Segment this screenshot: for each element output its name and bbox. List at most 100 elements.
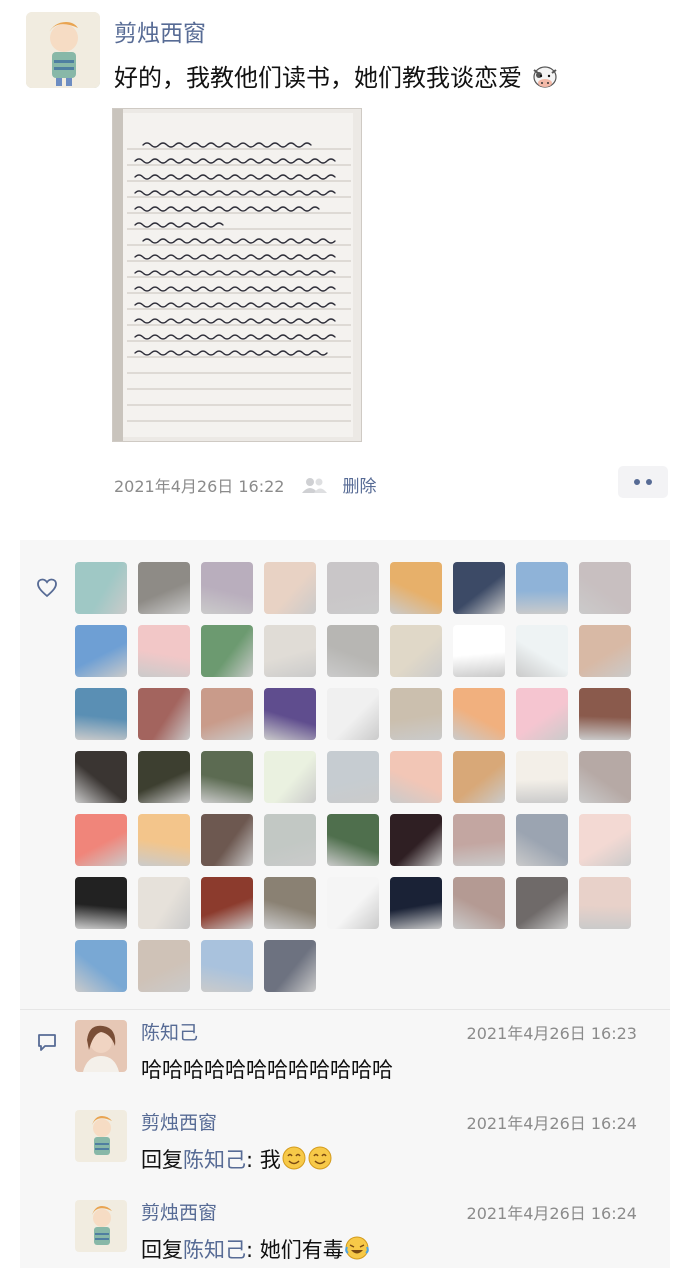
reply-prefix: 回复 [141, 1148, 183, 1172]
comment-time: 2021年4月26日 16:24 [466, 1114, 637, 1133]
like-avatar[interactable] [75, 940, 127, 992]
like-avatar[interactable] [75, 877, 127, 929]
likes-avatar-grid [75, 562, 637, 992]
cow-emoji-icon [533, 66, 557, 88]
like-avatar[interactable] [201, 877, 253, 929]
heart-icon [37, 578, 57, 598]
post-author-avatar[interactable] [26, 12, 100, 88]
like-avatar[interactable] [516, 751, 568, 803]
like-avatar[interactable] [75, 751, 127, 803]
like-avatar[interactable] [138, 814, 190, 866]
like-avatar[interactable] [390, 625, 442, 677]
comment-author[interactable]: 陈知己 [141, 1018, 198, 1045]
like-avatar[interactable] [138, 751, 190, 803]
post-timestamp: 2021年4月26日 16:22 [114, 476, 285, 496]
like-avatar[interactable] [390, 877, 442, 929]
like-avatar[interactable] [264, 940, 316, 992]
like-avatar[interactable] [138, 562, 190, 614]
like-avatar[interactable] [327, 562, 379, 614]
like-avatar[interactable] [390, 751, 442, 803]
like-avatar[interactable] [390, 814, 442, 866]
more-dots-icon [634, 479, 640, 485]
comment-time: 2021年4月26日 16:24 [466, 1204, 637, 1223]
laugh-cry-emoji-icon [344, 1236, 369, 1260]
cartoon-boy-avatar [75, 1200, 127, 1252]
like-avatar[interactable] [516, 625, 568, 677]
cartoon-boy-avatar [75, 1110, 127, 1162]
like-avatar[interactable] [201, 562, 253, 614]
post-photo[interactable] [112, 108, 362, 442]
like-avatar[interactable] [264, 814, 316, 866]
post-author-name[interactable]: 剪烛西窗 [114, 14, 206, 48]
like-avatar[interactable] [453, 814, 505, 866]
like-avatar[interactable] [264, 625, 316, 677]
reply-prefix: 回复 [141, 1238, 183, 1262]
comment-text: 回复陈知己: 我 [141, 1144, 333, 1174]
post-text-content: 好的，我教他们读书，她们教我谈恋爱 [114, 64, 522, 92]
like-avatar[interactable] [75, 562, 127, 614]
like-avatar[interactable] [327, 751, 379, 803]
cartoon-boy-avatar [26, 12, 100, 88]
like-avatar[interactable] [516, 562, 568, 614]
delete-link[interactable]: 删除 [342, 472, 376, 497]
like-avatar[interactable] [453, 562, 505, 614]
like-avatar[interactable] [264, 751, 316, 803]
like-avatar[interactable] [516, 877, 568, 929]
like-avatar[interactable] [75, 625, 127, 677]
like-avatar[interactable] [264, 562, 316, 614]
handwritten-letter-image [113, 109, 361, 441]
like-avatar[interactable] [327, 625, 379, 677]
post-text: 好的，我教他们读书，她们教我谈恋爱 [114, 58, 560, 93]
reply-target-name[interactable]: 陈知己 [183, 1238, 246, 1262]
like-avatar[interactable] [201, 814, 253, 866]
like-avatar[interactable] [453, 877, 505, 929]
like-avatar[interactable] [453, 625, 505, 677]
comment-author[interactable]: 剪烛西窗 [141, 1198, 217, 1225]
like-avatar[interactable] [390, 688, 442, 740]
comment-time: 2021年4月26日 16:23 [466, 1024, 637, 1043]
comment-text: 哈哈哈哈哈哈哈哈哈哈哈哈 [141, 1058, 393, 1082]
comment-icon [38, 1034, 56, 1051]
like-avatar[interactable] [75, 814, 127, 866]
like-avatar[interactable] [264, 877, 316, 929]
comment-avatar[interactable] [75, 1200, 127, 1252]
like-avatar[interactable] [579, 562, 631, 614]
like-avatar[interactable] [138, 877, 190, 929]
comment-avatar[interactable] [75, 1020, 127, 1072]
like-avatar[interactable] [516, 814, 568, 866]
like-avatar[interactable] [201, 688, 253, 740]
like-avatar[interactable] [201, 625, 253, 677]
like-avatar[interactable] [579, 751, 631, 803]
like-avatar[interactable] [201, 940, 253, 992]
like-avatar[interactable] [579, 625, 631, 677]
like-avatar[interactable] [264, 688, 316, 740]
smile-emoji-icon [282, 1146, 306, 1170]
like-avatar[interactable] [75, 688, 127, 740]
reply-target-name[interactable]: 陈知己 [183, 1148, 246, 1172]
like-avatar[interactable] [579, 688, 631, 740]
like-avatar[interactable] [138, 625, 190, 677]
like-avatar[interactable] [327, 814, 379, 866]
like-avatar[interactable] [453, 751, 505, 803]
more-options-button[interactable] [618, 466, 668, 498]
like-avatar[interactable] [201, 751, 253, 803]
like-avatar[interactable] [327, 688, 379, 740]
woman-photo-avatar [75, 1020, 127, 1072]
people-icon[interactable] [300, 476, 328, 494]
reply-text: : 我 [246, 1148, 281, 1172]
likes-comments-divider [20, 1009, 670, 1010]
smile-emoji-icon [308, 1146, 332, 1170]
like-avatar[interactable] [579, 877, 631, 929]
like-avatar[interactable] [327, 877, 379, 929]
like-avatar[interactable] [516, 688, 568, 740]
post-meta-row: 2021年4月26日 16:22 删除 [114, 472, 376, 498]
like-avatar[interactable] [138, 940, 190, 992]
like-avatar[interactable] [138, 688, 190, 740]
like-avatar[interactable] [390, 562, 442, 614]
reply-text: : 她们有毒 [246, 1238, 344, 1262]
comment-author[interactable]: 剪烛西窗 [141, 1108, 217, 1135]
like-avatar[interactable] [579, 814, 631, 866]
comment-avatar[interactable] [75, 1110, 127, 1162]
like-avatar[interactable] [453, 688, 505, 740]
comment-text: 回复陈知己: 她们有毒 [141, 1234, 370, 1264]
